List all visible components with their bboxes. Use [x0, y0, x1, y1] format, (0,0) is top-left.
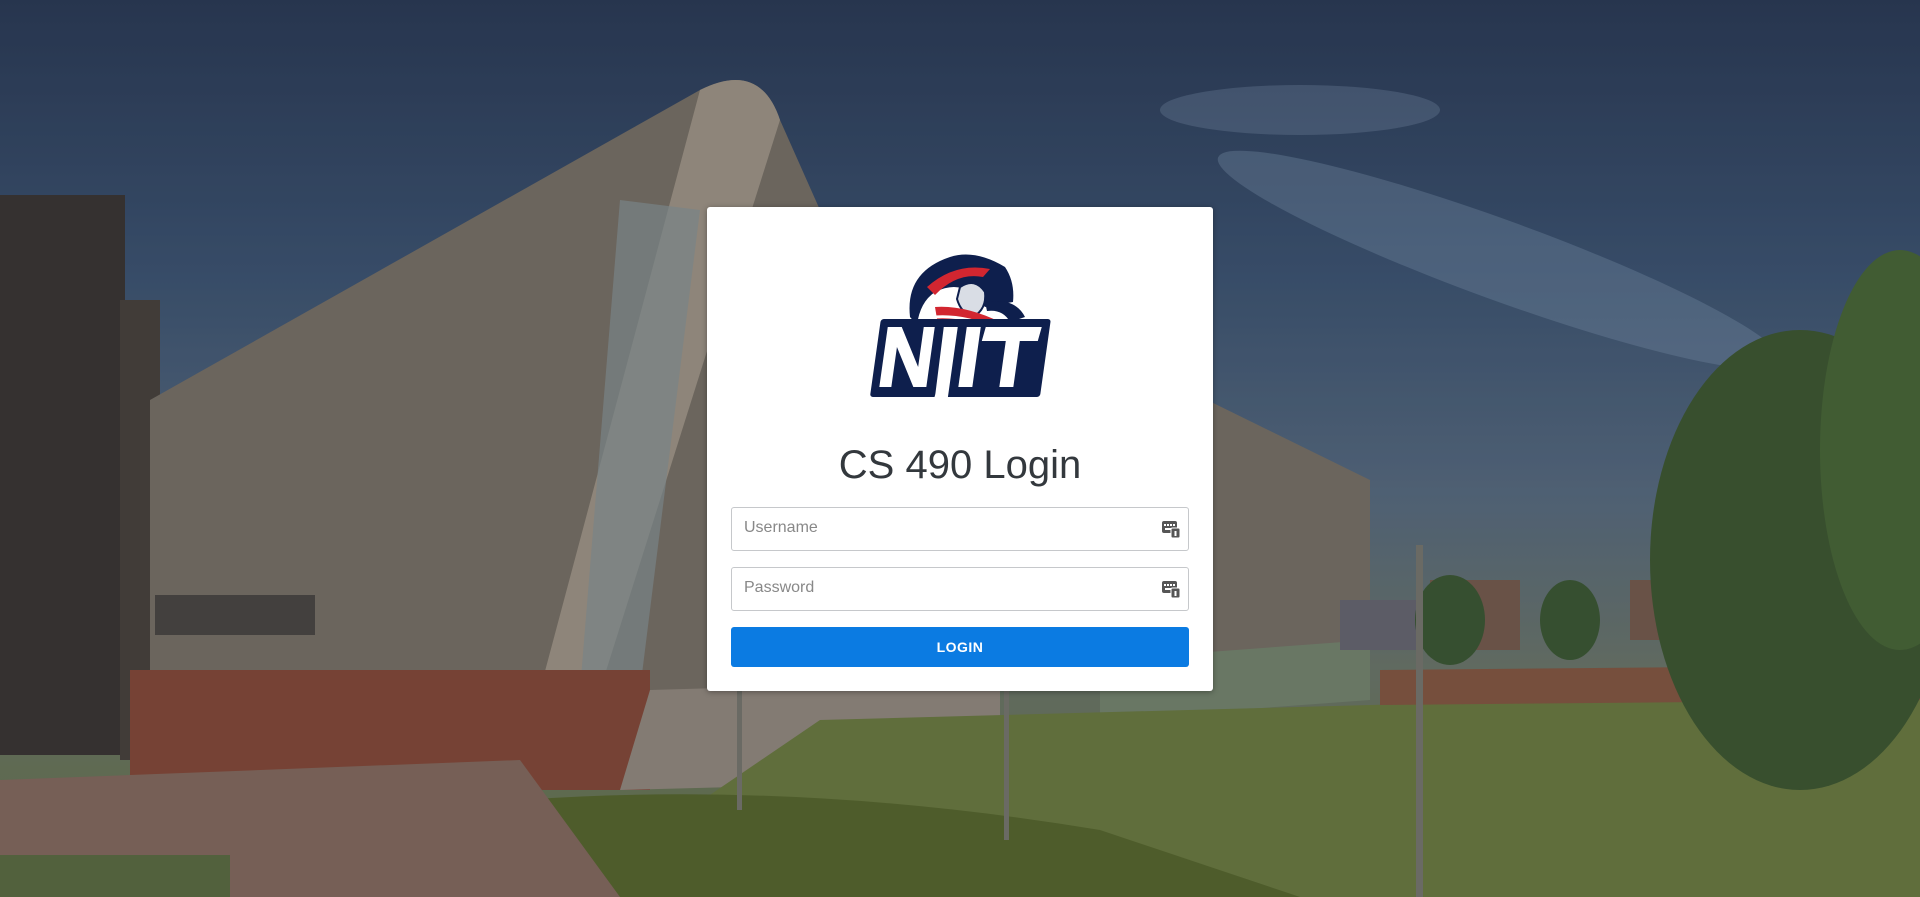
keyboard-credential-icon[interactable] — [1162, 580, 1180, 598]
login-button[interactable]: LOGIN — [731, 627, 1189, 667]
keyboard-credential-icon[interactable] — [1162, 520, 1180, 538]
username-field-wrapper — [731, 507, 1189, 551]
page-title: CS 490 Login — [838, 443, 1082, 487]
login-card: CS 490 Login LOGIN — [707, 207, 1213, 691]
njit-logo — [870, 254, 1051, 415]
password-input[interactable] — [732, 568, 1144, 608]
username-input[interactable] — [732, 508, 1144, 548]
password-field-wrapper — [731, 567, 1189, 611]
